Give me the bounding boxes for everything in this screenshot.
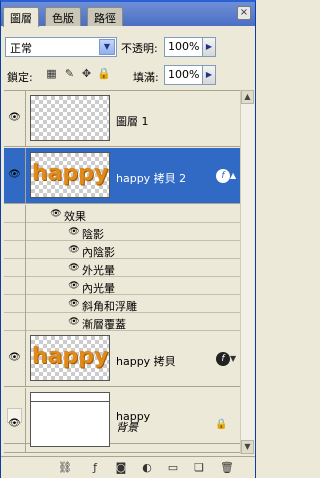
blend-mode-select[interactable]: 正常 ▼ (5, 37, 117, 57)
effects-header-row[interactable]: 👁 效果 (4, 205, 240, 223)
scrollbar[interactable]: ▲ ▼ (240, 90, 254, 454)
effect-label: 內光暈 (82, 282, 115, 295)
blend-mode-value: 正常 (10, 42, 32, 55)
eye-icon: 👁 (8, 418, 21, 429)
effect-row[interactable]: 👁 外光暈 (4, 259, 240, 277)
opacity-slider-arrow-icon[interactable]: ▶ (202, 37, 216, 57)
visibility-toggle (4, 259, 26, 277)
eye-icon[interactable]: 👁 (68, 227, 80, 237)
lock-move-icon[interactable]: ✥ (80, 67, 93, 80)
scroll-down-icon[interactable]: ▼ (241, 440, 254, 454)
visibility-toggle[interactable]: 👁 (4, 331, 26, 387)
effect-row[interactable]: 👁 漸層覆蓋 (4, 313, 240, 331)
scroll-up-icon[interactable]: ▲ (241, 90, 254, 104)
eye-icon: 👁 (8, 352, 21, 363)
tab-layers[interactable]: 圖層 (3, 7, 39, 27)
eye-icon[interactable]: 👁 (68, 263, 80, 273)
layer-thumbnail: happy (30, 152, 110, 198)
chevron-down-icon[interactable]: ▼ (99, 39, 115, 55)
eye-icon[interactable]: 👁 (68, 245, 80, 255)
new-layer-icon[interactable]: ❏ (191, 460, 207, 475)
visibility-toggle[interactable]: 👁 (4, 91, 26, 147)
thumbnail-text: happy (31, 161, 109, 186)
blend-row: 正常 ▼ 不透明: (1, 32, 255, 58)
layer-name: happy 拷貝 (116, 355, 176, 368)
visibility-toggle (4, 313, 26, 331)
effect-row[interactable]: 👁 斜角和浮雕 (4, 295, 240, 313)
bottom-toolbar: ⛓ ƒ ◙ ◐ ▭ ❏ 🗑 (1, 456, 255, 478)
tab-bar: 圖層 色版 路徑 × (1, 2, 255, 27)
tab-channels[interactable]: 色版 (45, 7, 81, 26)
eye-icon[interactable]: 👁 (68, 299, 80, 309)
lock-transparency-icon[interactable]: ▦ (45, 67, 58, 80)
lock-label: 鎖定: (7, 71, 33, 84)
visibility-toggle (4, 241, 26, 259)
eye-icon: 👁 (8, 169, 21, 180)
layer-thumbnail (30, 95, 110, 141)
layer-name: happy 拷貝 2 (116, 172, 187, 185)
mask-icon[interactable]: ◙ (113, 460, 129, 475)
layer-row[interactable]: 👁 happy happy 拷貝 f ▼ (4, 331, 240, 387)
layers-panel: 圖層 色版 路徑 × 正常 ▼ 不透明: 100% ▶ 鎖定: ▦ ✎ ✥ 🔒 … (0, 0, 256, 478)
lock-icon: 🔒 (215, 419, 228, 430)
opacity-label: 不透明: (121, 42, 158, 55)
fill-slider-arrow-icon[interactable]: ▶ (202, 65, 216, 85)
layer-row[interactable]: 👁 happy happy 拷貝 2 f ▲ (4, 148, 240, 204)
layer-name: 背景 (116, 421, 138, 434)
layer-thumbnail (30, 401, 110, 447)
layer-effects-icon[interactable]: f (216, 352, 230, 366)
layer-thumbnail: happy (30, 335, 110, 381)
lock-paint-icon[interactable]: ✎ (63, 67, 76, 80)
tab-paths[interactable]: 路徑 (87, 7, 123, 26)
eye-icon[interactable]: 👁 (50, 209, 62, 219)
effects-header: 效果 (64, 210, 86, 223)
adjustment-layer-icon[interactable]: ◐ (139, 460, 155, 475)
new-group-icon[interactable]: ▭ (165, 460, 181, 475)
eye-icon: 👁 (8, 112, 21, 123)
visibility-toggle (4, 277, 26, 295)
visibility-toggle (4, 295, 26, 313)
lock-row: 鎖定: ▦ ✎ ✥ 🔒 填滿: (1, 62, 255, 88)
effect-label: 漸層覆蓋 (82, 318, 126, 331)
panel-menu-button[interactable]: × (237, 6, 251, 20)
effect-label: 斜角和浮雕 (82, 300, 137, 313)
eye-icon[interactable]: 👁 (68, 317, 80, 327)
collapse-arrow-icon[interactable]: ▲ (230, 171, 236, 180)
layer-style-icon[interactable]: ƒ (87, 460, 103, 475)
effect-label: 陰影 (82, 228, 104, 241)
expand-arrow-icon[interactable]: ▼ (230, 354, 236, 363)
effect-row[interactable]: 👁 內陰影 (4, 241, 240, 259)
layer-row[interactable]: 👁 圖層 1 (4, 91, 240, 147)
lock-all-icon[interactable]: 🔒 (97, 67, 111, 80)
visibility-toggle (4, 205, 26, 223)
effect-row[interactable]: 👁 內光暈 (4, 277, 240, 295)
fill-label: 填滿: (133, 71, 159, 84)
trash-icon[interactable]: 🗑 (219, 460, 235, 475)
effect-label: 外光暈 (82, 264, 115, 277)
layer-name: 圖層 1 (116, 115, 149, 128)
effect-label: 內陰影 (82, 246, 115, 259)
link-icon[interactable]: ⛓ (57, 460, 73, 475)
layer-row[interactable]: 👁 背景 🔒 (4, 397, 240, 453)
visibility-toggle[interactable]: 👁 (4, 397, 26, 453)
effect-row[interactable]: 👁 陰影 (4, 223, 240, 241)
visibility-toggle[interactable]: 👁 (4, 148, 26, 204)
layer-effects-icon[interactable]: f (216, 169, 230, 183)
thumbnail-text: happy (31, 344, 109, 369)
visibility-toggle (4, 223, 26, 241)
eye-icon[interactable]: 👁 (68, 281, 80, 291)
